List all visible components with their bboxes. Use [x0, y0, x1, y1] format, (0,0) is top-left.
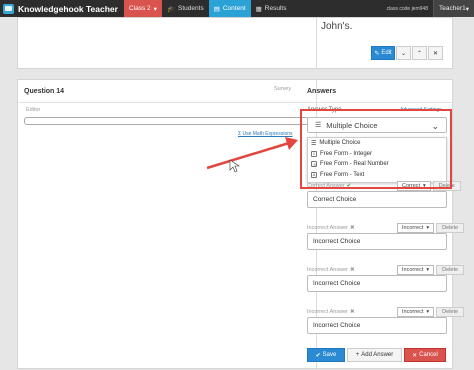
annotation-arrow-icon	[206, 137, 298, 173]
